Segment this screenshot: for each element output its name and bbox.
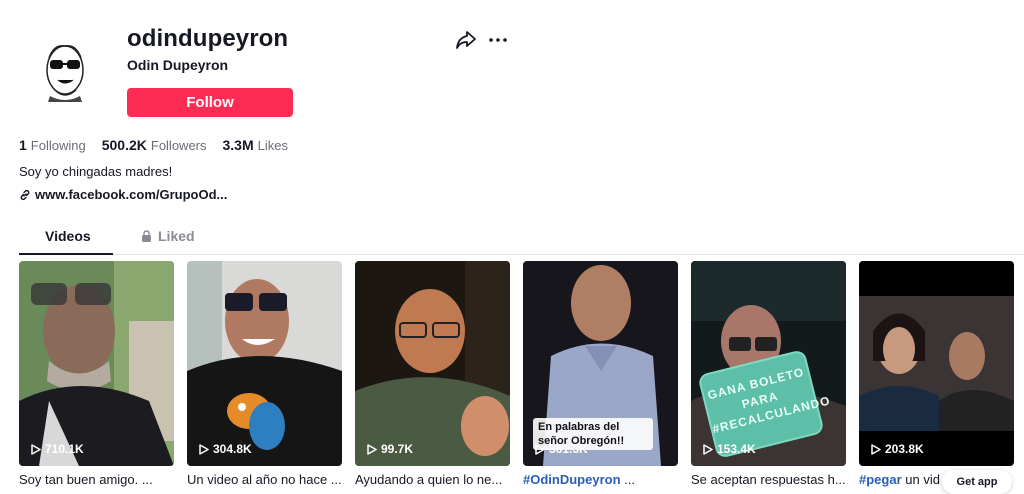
video-caption[interactable]: Se aceptan respuestas h...: [691, 472, 846, 487]
view-count-value: 710.1K: [45, 442, 84, 456]
stat-label: Likes: [257, 138, 288, 153]
profile-username: odindupeyron: [127, 25, 289, 52]
play-icon: [871, 443, 881, 455]
video-thumbnail[interactable]: 710.1K: [19, 261, 174, 466]
video-thumbnail[interactable]: 304.8K: [187, 261, 342, 466]
view-count-value: 304.8K: [213, 442, 252, 456]
caption-text: Soy tan buen amigo. ...: [19, 472, 153, 487]
video-card[interactable]: GANA BOLETO PARA #RECALCULANDO 153.4K Se…: [691, 261, 846, 487]
profile-nickname: Odin Dupeyron: [127, 57, 229, 73]
link-icon: [20, 189, 30, 200]
lock-icon: [142, 230, 151, 242]
stat-value: 500.2K: [101, 137, 147, 153]
stat-likes: 3.3M Likes: [223, 137, 288, 153]
video-caption[interactable]: #OdinDupeyron ...: [523, 472, 678, 487]
caption-text: Se aceptan respuestas h...: [691, 472, 846, 487]
profile-link-text: www.facebook.com/GrupoOd...: [35, 187, 228, 202]
caption-hashtag[interactable]: #pegar: [859, 472, 902, 487]
stat-label: Followers: [150, 138, 207, 153]
caption-text: ...: [620, 472, 635, 487]
view-count-value: 153.4K: [717, 442, 756, 456]
stat-value: 3.3M: [222, 137, 254, 153]
view-count: 361.3K: [535, 442, 588, 456]
video-caption[interactable]: Ayudando a quien lo ne...: [355, 472, 510, 487]
stat-value: 1: [19, 137, 27, 153]
view-count: 99.7K: [367, 442, 413, 456]
profile-tabs: Videos Liked: [19, 225, 1024, 255]
tab-liked-label: Liked: [158, 228, 195, 244]
view-count: 710.1K: [31, 442, 84, 456]
video-card[interactable]: 203.8K #pegar un vid: [859, 261, 1014, 487]
play-icon: [199, 443, 209, 455]
stat-following[interactable]: 1 Following: [19, 137, 86, 153]
stat-followers[interactable]: 500.2K Followers: [102, 137, 207, 153]
view-count-value: 361.3K: [549, 442, 588, 456]
play-icon: [367, 443, 377, 455]
video-card[interactable]: En palabras del señor Obregón!! 361.3K #…: [523, 261, 678, 487]
profile-bio: Soy yo chingadas madres!: [19, 164, 173, 179]
view-count: 153.4K: [703, 442, 756, 456]
video-caption[interactable]: Soy tan buen amigo. ...: [19, 472, 174, 487]
stat-label: Following: [30, 138, 86, 153]
play-icon: [703, 443, 713, 455]
more-icon[interactable]: [488, 32, 508, 48]
follow-button[interactable]: Follow: [127, 88, 293, 117]
video-thumbnail[interactable]: 203.8K: [859, 261, 1014, 466]
video-card[interactable]: 710.1K Soy tan buen amigo. ...: [19, 261, 174, 487]
video-card[interactable]: 99.7K Ayudando a quien lo ne...: [355, 261, 510, 487]
video-thumbnail[interactable]: 99.7K: [355, 261, 510, 466]
tab-active-indicator: [19, 253, 113, 255]
profile-link[interactable]: www.facebook.com/GrupoOd...: [19, 187, 227, 202]
view-count-value: 203.8K: [885, 442, 924, 456]
video-thumbnail[interactable]: En palabras del señor Obregón!! 361.3K: [523, 261, 678, 466]
play-icon: [31, 443, 41, 455]
video-caption[interactable]: Un video al año no hace ...: [187, 472, 342, 487]
avatar[interactable]: [40, 40, 90, 102]
video-thumbnail[interactable]: GANA BOLETO PARA #RECALCULANDO 153.4K: [691, 261, 846, 466]
view-count: 203.8K: [871, 442, 924, 456]
video-card[interactable]: 304.8K Un video al año no hace ...: [187, 261, 342, 487]
tab-liked[interactable]: Liked: [141, 228, 195, 244]
caption-hashtag[interactable]: #OdinDupeyron: [523, 472, 621, 487]
play-icon: [535, 443, 545, 455]
get-app-button[interactable]: Get app: [942, 470, 1012, 494]
caption-text: un vid: [901, 472, 940, 487]
tab-videos[interactable]: Videos: [45, 228, 91, 244]
share-icon[interactable]: [455, 30, 477, 50]
caption-text: Un video al año no hace ...: [187, 472, 342, 487]
caption-text: Ayudando a quien lo ne...: [355, 472, 503, 487]
view-count: 304.8K: [199, 442, 252, 456]
view-count-value: 99.7K: [381, 442, 414, 456]
profile-stats: 1 Following 500.2K Followers 3.3M Likes: [19, 137, 304, 153]
